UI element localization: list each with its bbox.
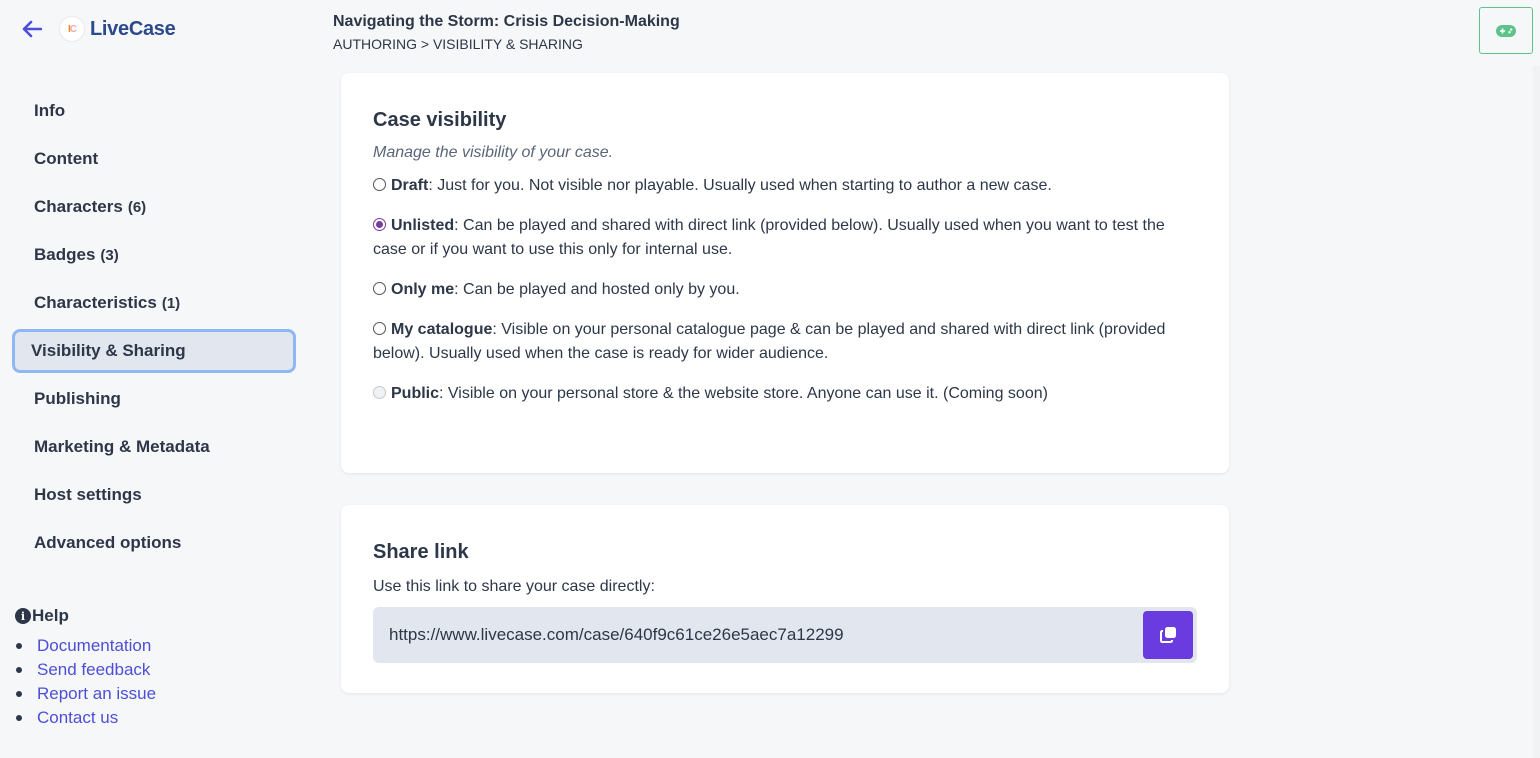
visibility-options: Draft: Just for you. Not visible nor pla… bbox=[373, 174, 1197, 406]
info-icon: i bbox=[15, 608, 31, 624]
count-badge: (6) bbox=[127, 198, 147, 216]
page-title: Navigating the Storm: Crisis Decision-Ma… bbox=[333, 13, 680, 30]
count-badge: (1) bbox=[161, 294, 181, 312]
sidebar-item-visibility-sharing[interactable]: Visibility & Sharing bbox=[12, 329, 296, 373]
breadcrumb: AUTHORING > VISIBILITY & SHARING bbox=[333, 36, 583, 52]
help-section: i Help Documentation Send feedback Repor… bbox=[15, 606, 156, 730]
visibility-option-unlisted[interactable]: Unlisted: Can be played and shared with … bbox=[373, 214, 1197, 262]
share-link-card: Share link Use this link to share your c… bbox=[341, 505, 1229, 693]
send-feedback-link[interactable]: Send feedback bbox=[37, 660, 150, 680]
help-title: i Help bbox=[15, 606, 156, 626]
sidebar-item-info[interactable]: Info bbox=[12, 89, 296, 133]
sidebar-nav: Info Content Characters (6) Badges (3) Cha… bbox=[12, 89, 296, 569]
visibility-option-public: Public: Visible on your personal store &… bbox=[373, 382, 1197, 406]
sidebar-item-host-settings[interactable]: Host settings bbox=[12, 473, 296, 517]
share-description: Use this link to share your case directl… bbox=[373, 578, 655, 595]
list-item: Documentation bbox=[15, 634, 156, 658]
sidebar-item-characters[interactable]: Characters (6) bbox=[12, 185, 296, 229]
unlisted-radio[interactable] bbox=[373, 218, 386, 231]
only-me-radio[interactable] bbox=[373, 282, 386, 295]
public-radio bbox=[373, 386, 386, 399]
arrow-left-icon bbox=[22, 20, 42, 38]
visibility-option-only-me[interactable]: Only me: Can be played and hosted only b… bbox=[373, 278, 1197, 302]
app-name: LiveCase bbox=[90, 17, 176, 40]
sidebar-item-badges[interactable]: Badges (3) bbox=[12, 233, 296, 277]
card-title: Share link bbox=[373, 541, 469, 563]
gamepad-icon bbox=[1496, 24, 1516, 37]
draft-radio[interactable] bbox=[373, 178, 386, 191]
play-case-button[interactable] bbox=[1479, 7, 1533, 54]
topbar-left: IC LiveCase bbox=[20, 14, 176, 44]
visibility-option-draft[interactable]: Draft: Just for you. Not visible nor pla… bbox=[373, 174, 1197, 198]
report-issue-link[interactable]: Report an issue bbox=[37, 684, 156, 704]
visibility-option-my-catalogue[interactable]: My catalogue: Visible on your personal c… bbox=[373, 318, 1197, 366]
sidebar-item-content[interactable]: Content bbox=[12, 137, 296, 181]
copy-icon bbox=[1160, 627, 1176, 643]
sidebar-item-marketing-metadata[interactable]: Marketing & Metadata bbox=[12, 425, 296, 469]
share-link-field[interactable]: https://www.livecase.com/case/640f9c61ce… bbox=[373, 607, 1197, 663]
list-item: Report an issue bbox=[15, 682, 156, 706]
help-links: Documentation Send feedback Report an is… bbox=[15, 634, 156, 730]
sidebar-item-advanced-options[interactable]: Advanced options bbox=[12, 521, 296, 565]
back-button[interactable] bbox=[20, 17, 44, 41]
documentation-link[interactable]: Documentation bbox=[37, 636, 151, 656]
list-item: Contact us bbox=[15, 706, 156, 730]
sidebar-item-characteristics[interactable]: Characteristics (1) bbox=[12, 281, 296, 325]
page-header: Navigating the Storm: Crisis Decision-Ma… bbox=[333, 12, 680, 52]
scrollbar-track[interactable] bbox=[1533, 66, 1540, 758]
my-catalogue-radio[interactable] bbox=[373, 322, 386, 335]
list-item: Send feedback bbox=[15, 658, 156, 682]
contact-us-link[interactable]: Contact us bbox=[37, 708, 118, 728]
logo-mark-icon: IC bbox=[60, 17, 84, 41]
card-title: Case visibility bbox=[373, 109, 507, 131]
logo[interactable]: IC LiveCase bbox=[60, 17, 176, 41]
case-visibility-card: Case visibility Manage the visibility of… bbox=[341, 73, 1229, 473]
sidebar-item-publishing[interactable]: Publishing bbox=[12, 377, 296, 421]
copy-link-button[interactable] bbox=[1143, 611, 1193, 659]
card-subtitle: Manage the visibility of your case. bbox=[373, 144, 614, 161]
share-url[interactable]: https://www.livecase.com/case/640f9c61ce… bbox=[389, 625, 844, 645]
count-badge: (3) bbox=[100, 246, 119, 264]
